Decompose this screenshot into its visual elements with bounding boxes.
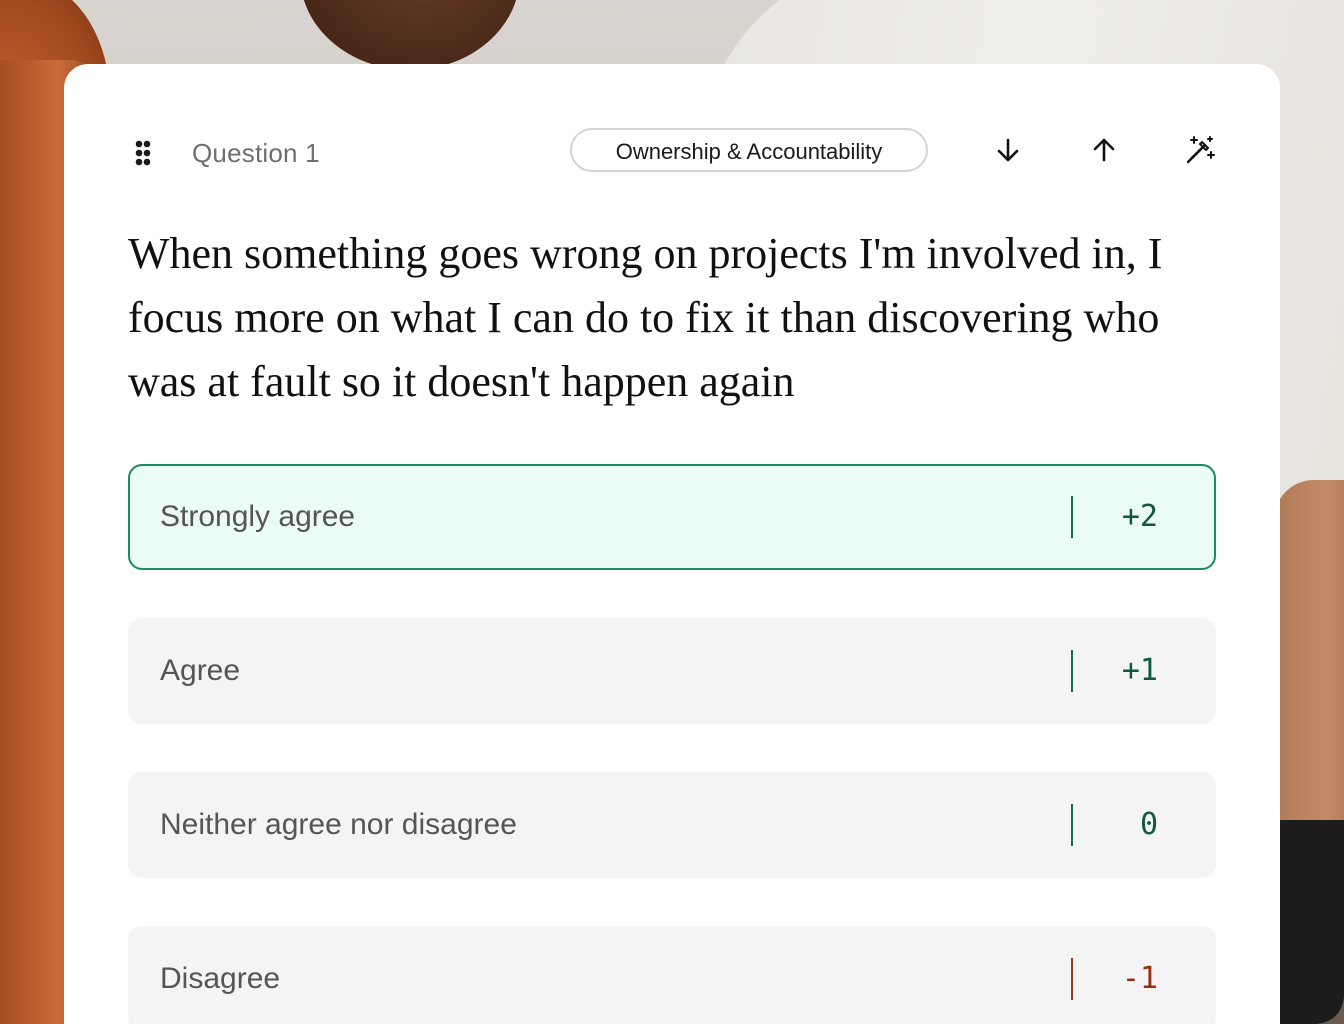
background-arm-right bbox=[1274, 480, 1344, 840]
option-strongly-agree[interactable]: Strongly agree +2 bbox=[128, 464, 1216, 570]
option-score: +1 bbox=[1121, 653, 1158, 688]
move-down-button[interactable] bbox=[988, 130, 1028, 170]
question-card: Question 1 Ownership & Accountability Wh… bbox=[64, 64, 1280, 1024]
option-neutral[interactable]: Neither agree nor disagree 0 bbox=[128, 772, 1216, 878]
arrow-down-icon bbox=[997, 138, 1019, 162]
option-label: Agree bbox=[160, 654, 241, 687]
option-divider bbox=[1071, 958, 1073, 1000]
question-header: Question 1 Ownership & Accountability bbox=[128, 128, 1216, 176]
option-agree[interactable]: Agree +1 bbox=[128, 618, 1216, 724]
magic-wand-icon bbox=[1186, 136, 1215, 164]
option-score: 0 bbox=[1139, 807, 1158, 842]
option-score: -1 bbox=[1121, 961, 1158, 996]
option-divider bbox=[1071, 496, 1073, 538]
magic-wand-button[interactable] bbox=[1180, 130, 1220, 170]
option-divider bbox=[1071, 650, 1073, 692]
option-divider bbox=[1071, 804, 1073, 846]
category-tag[interactable]: Ownership & Accountability bbox=[570, 128, 928, 172]
background-shadow bbox=[1274, 820, 1344, 1024]
drag-handle-icon[interactable] bbox=[128, 138, 158, 168]
option-score: +2 bbox=[1121, 499, 1158, 534]
option-disagree[interactable]: Disagree -1 bbox=[128, 926, 1216, 1024]
option-label: Neither agree nor disagree bbox=[160, 808, 517, 841]
option-label: Strongly agree bbox=[160, 500, 356, 533]
question-number-label: Question 1 bbox=[192, 138, 320, 168]
option-label: Disagree bbox=[160, 962, 281, 995]
move-up-button[interactable] bbox=[1084, 130, 1124, 170]
arrow-up-icon bbox=[1093, 138, 1115, 162]
question-text: When something goes wrong on projects I'… bbox=[128, 229, 1163, 406]
